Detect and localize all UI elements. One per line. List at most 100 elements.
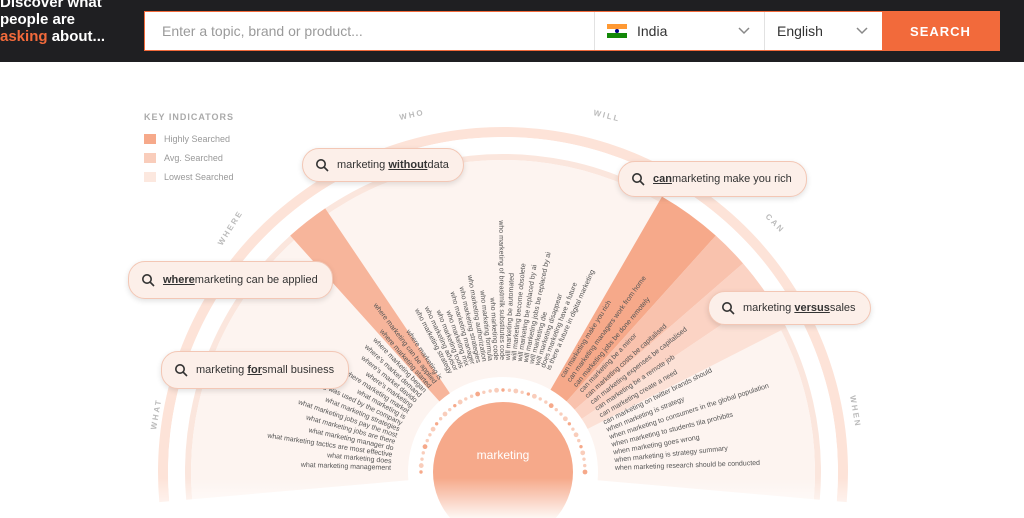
bubble-text-pre: marketing [337,159,386,171]
bubble-can-marketing-make-you-rich[interactable]: can marketing make you rich [618,161,807,197]
bubble-keyword: for [247,364,263,376]
ring-dot [438,417,443,421]
ring-label-who: WHO [399,108,426,122]
ring-label-can: CAN [764,212,787,235]
bubble-keyword: where [163,274,195,286]
bubble-keyword: can [653,173,672,185]
ring-label-where: WHERE [216,209,245,248]
ring-dot [548,403,554,409]
ring-dot [482,390,486,394]
bubble-text-post: sales [829,302,856,314]
search-icon [142,274,155,287]
bubble-where-marketing-can-be-applied[interactable]: where marketing can be applied [128,261,333,299]
legend-item-lowest: Lowest Searched [144,172,234,182]
top-bar: Discover what people are asking about...… [0,0,1024,62]
search-input[interactable] [145,12,594,50]
ring-dot [520,390,524,394]
bubble-marketing-for-small-business[interactable]: marketing for small business [161,351,350,389]
ring-dot [577,438,581,443]
bubble-text-post: marketing make you rich [671,173,792,185]
bubble-marketing-without-data[interactable]: marketing without data [302,148,464,182]
ring-dot [554,407,558,412]
key-indicators-legend: KEY INDICATORS Highly Searched Avg. Sear… [144,112,234,191]
ring-dot [430,426,436,432]
ring-dot [513,388,519,394]
bubble-text-pre: marketing [743,302,792,314]
ring-dot [538,397,542,401]
country-value: India [637,23,668,39]
bubble-text-pre: marketing [196,364,245,376]
ring-dot [583,463,587,468]
tagline-line-1: Discover what [0,0,102,11]
country-select[interactable]: India [594,12,764,50]
legend-swatch [144,153,156,163]
bubble-keyword: versus [794,302,830,314]
search-icon [175,364,188,377]
ring-dot [428,433,432,437]
ring-dot [531,393,537,399]
bubble-text-post: small business [262,364,335,376]
ring-dot [507,388,512,392]
legend-swatch [144,134,156,144]
ring-dot [573,432,579,438]
ring-dot [526,392,531,396]
ring-dot [442,411,448,417]
ring-dot [420,457,424,461]
search-icon [316,159,329,172]
language-select[interactable]: English [764,12,882,50]
tagline-accent: asking [0,28,48,45]
ring-dot [582,457,586,461]
ring-dot [475,391,481,397]
ring-dot [469,394,474,398]
ring-dot [464,397,468,401]
ring-dot [434,422,439,426]
ring-dot [562,416,568,422]
ring-dot [419,470,423,474]
ring-dot [488,389,492,393]
bubble-text-post: data [427,159,449,171]
ring-dot [544,400,548,404]
legend-item-avg: Avg. Searched [144,153,234,163]
bottom-fade [0,478,1024,518]
tagline: Discover what people are asking about... [0,0,130,45]
legend-label: Highly Searched [164,134,231,144]
legend-swatch [144,172,156,182]
legend-label: Lowest Searched [164,172,234,182]
tagline-rest: about... [47,28,106,45]
center-topic-label: marketing [476,448,530,462]
ring-dot [571,427,575,431]
chevron-down-icon [738,27,750,35]
ring-dot [559,412,563,416]
india-flag-icon [607,24,627,39]
ring-dot [501,388,505,392]
search-button[interactable]: SEARCH [882,12,999,50]
search-icon [722,302,735,315]
bubble-marketing-versus-sales[interactable]: marketing versus sales [708,291,871,325]
ring-dot [453,403,457,408]
ring-dot [567,422,572,426]
question-wheel-area: what marketing management what marketing … [0,62,1024,518]
ring-dot [421,451,425,455]
ring-dot [448,407,452,412]
bubble-text-post: marketing can be applied [194,274,318,286]
question-top[interactable]: who marketing of breastmilk substitutes … [497,219,505,360]
tagline-line-2: people are [0,11,76,28]
language-value: English [777,23,823,39]
ring-dot [494,387,499,393]
ring-dot [425,438,429,443]
ring-dot [457,399,463,405]
chevron-down-icon [856,27,868,35]
ring-label-when: WHEN [848,395,862,429]
bubble-keyword: without [388,159,428,171]
ring-dot [422,444,428,450]
ring-label-will: WILL [593,108,622,123]
legend-label: Avg. Searched [164,153,223,163]
legend-title: KEY INDICATORS [144,112,235,122]
ring-dot [418,463,424,468]
search-icon [632,173,645,186]
ring-dot [580,450,586,456]
ring-dot [579,444,583,449]
search-bar: India English SEARCH [144,11,1000,51]
ring-dot [582,469,588,475]
legend-item-highly: Highly Searched [144,134,234,144]
